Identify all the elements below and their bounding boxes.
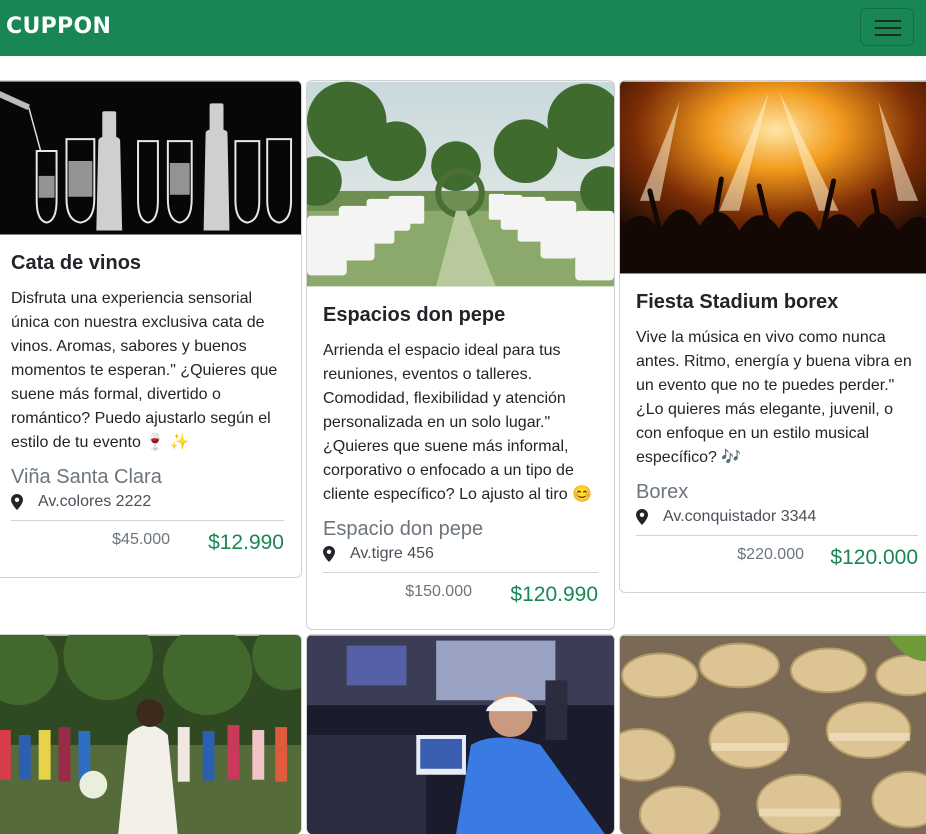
price-row: $220.000 $120.000 xyxy=(636,536,918,576)
wine-glasses-image xyxy=(0,81,301,235)
address: Av.conquistador 3344 xyxy=(636,506,918,528)
offer-card[interactable] xyxy=(306,634,615,834)
business-name: Borex xyxy=(636,481,689,503)
concert-image xyxy=(620,81,926,274)
hamburger-menu-icon xyxy=(875,20,901,22)
card-description: Vive la música en vivo como nunca antes.… xyxy=(636,329,912,466)
price-row: $45.000 $12.990 xyxy=(11,521,284,561)
offer-card[interactable]: Fiesta Stadium borex Vive la música en v… xyxy=(619,80,926,593)
discount-price: $120.990 xyxy=(510,583,598,606)
card-title: Fiesta Stadium borex xyxy=(636,291,839,313)
map-pin-icon xyxy=(11,494,23,510)
hamburger-bar xyxy=(875,34,901,36)
card-title: Espacios don pepe xyxy=(323,304,506,326)
address: Av.tigre 456 xyxy=(323,543,598,565)
card-title: Cata de vinos xyxy=(11,252,142,274)
navbar-toggle-button[interactable] xyxy=(860,8,914,46)
original-price: $220.000 xyxy=(737,546,804,563)
card-description: Disfruta una experiencia sensorial única… xyxy=(11,290,278,451)
map-pin-icon xyxy=(323,546,335,562)
hamburger-bar xyxy=(875,27,901,29)
wedding-venue-image xyxy=(307,81,614,287)
card-description: Arrienda el espacio ideal para tus reuni… xyxy=(323,342,592,503)
address: Av.colores 2222 xyxy=(11,491,284,513)
offer-card[interactable]: Cata de vinos Disfruta una experiencia s… xyxy=(0,80,302,578)
macarons-image xyxy=(620,635,926,834)
address-text: Av.tigre 456 xyxy=(350,545,434,562)
original-price: $150.000 xyxy=(405,583,472,600)
discount-price: $120.000 xyxy=(830,546,918,569)
business-name: Espacio don pepe xyxy=(323,518,484,540)
map-pin-icon xyxy=(636,509,648,525)
business-name: Viña Santa Clara xyxy=(11,466,162,488)
bride-garden-image xyxy=(0,635,301,834)
discount-price: $12.990 xyxy=(208,531,284,554)
navbar: CUPPON xyxy=(0,0,926,56)
offer-card[interactable] xyxy=(619,634,926,834)
offer-card[interactable] xyxy=(0,634,302,834)
brand-logo[interactable]: CUPPON xyxy=(6,14,111,39)
offer-card[interactable]: Espacios don pepe Arrienda el espacio id… xyxy=(306,80,615,630)
address-text: Av.colores 2222 xyxy=(38,493,152,510)
original-price: $45.000 xyxy=(112,531,170,548)
dj-image xyxy=(307,635,614,834)
price-row: $150.000 $120.990 xyxy=(323,573,598,613)
address-text: Av.conquistador 3344 xyxy=(663,508,817,525)
